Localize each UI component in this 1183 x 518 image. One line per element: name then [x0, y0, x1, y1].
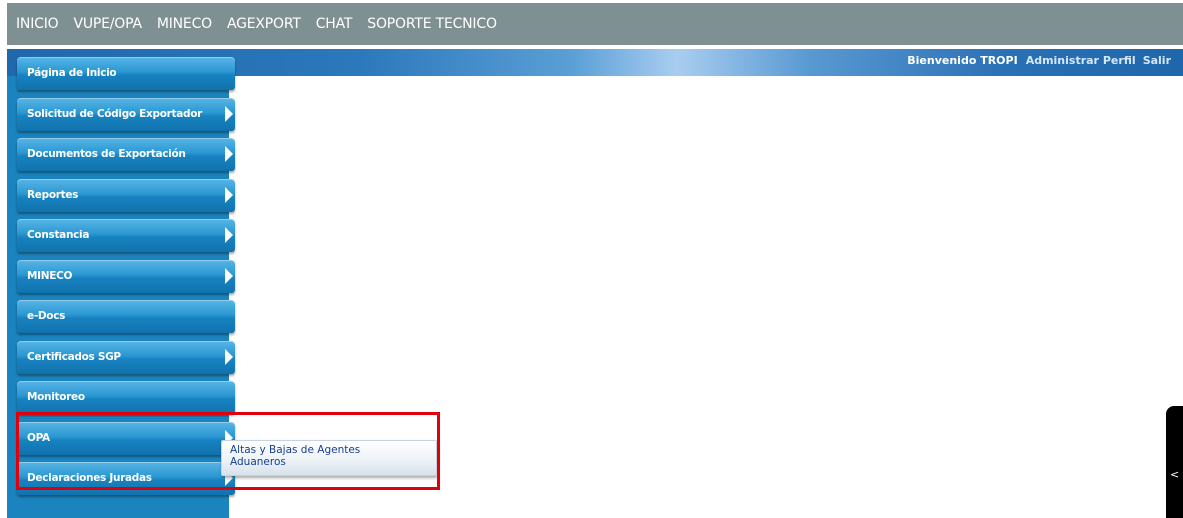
submenu-arrow-icon: [225, 146, 233, 162]
sidebar-item-label: Página de Inicio: [27, 67, 117, 79]
sidebar-item-declaraciones-juradas[interactable]: Declaraciones Juradas: [17, 462, 235, 495]
sidebar-item-label: Documentos de Exportación: [27, 148, 186, 160]
nav-link-chat[interactable]: CHAT: [316, 16, 353, 32]
nav-link-vupe-opa[interactable]: VUPE/OPA: [73, 16, 142, 32]
sidebar-item-monitoreo[interactable]: Monitoreo: [17, 381, 235, 414]
sidebar-item-label: Reportes: [27, 188, 79, 201]
submenu-arrow-icon: [225, 227, 233, 243]
sidebar-item-reportes[interactable]: Reportes: [17, 178, 235, 212]
sidebar-item-documentos-exportacion[interactable]: Documentos de Exportación: [17, 138, 235, 171]
submenu-arrow-icon: [225, 186, 233, 203]
page: INICIO VUPE/OPA MINECO AGEXPORT CHAT SOP…: [0, 0, 1183, 518]
manage-profile-link[interactable]: Administrar Perfil: [1026, 54, 1136, 67]
opa-submenu: Altas y Bajas de Agentes Aduaneros: [221, 440, 437, 476]
sidebar-item-label: Solicitud de Código Exportador: [27, 107, 203, 120]
sidebar-menu: Página de Inicio Solicitud de Código Exp…: [17, 57, 237, 503]
sidebar-item-label: e-Docs: [27, 310, 66, 322]
sidebar-item-opa[interactable]: OPA: [17, 421, 235, 455]
welcome-message: Bienvenido TROPI: [907, 54, 1018, 67]
sidebar-item-e-docs[interactable]: e-Docs: [17, 300, 235, 333]
nav-link-inicio[interactable]: INICIO: [16, 16, 59, 32]
sidebar-item-certificados-sgp[interactable]: Certificados SGP: [17, 340, 235, 374]
collapse-panel-handle[interactable]: <: [1166, 406, 1183, 518]
sidebar-item-pagina-de-inicio[interactable]: Página de Inicio: [17, 57, 235, 90]
submenu-arrow-icon: [225, 105, 233, 122]
sidebar-item-label: OPA: [27, 431, 50, 444]
sidebar-item-label: Certificados SGP: [27, 350, 121, 363]
submenu-item-altas-bajas-agentes[interactable]: Altas y Bajas de Agentes Aduaneros: [230, 444, 410, 468]
user-area: Bienvenido TROPI Administrar Perfil Salir: [907, 54, 1171, 67]
sidebar-item-label: Monitoreo: [27, 391, 85, 403]
nav-link-soporte-tecnico[interactable]: SOPORTE TECNICO: [367, 16, 497, 32]
sidebar-item-mineco[interactable]: MINECO: [17, 259, 235, 293]
nav-link-mineco[interactable]: MINECO: [157, 16, 212, 32]
sidebar-item-constancia[interactable]: Constancia: [17, 219, 235, 252]
sidebar-item-solicitud-codigo-exportador[interactable]: Solicitud de Código Exportador: [17, 97, 235, 131]
submenu-arrow-icon: [225, 267, 233, 284]
nav-link-agexport[interactable]: AGEXPORT: [227, 16, 301, 32]
chevron-left-icon: <: [1170, 468, 1180, 481]
submenu-arrow-icon: [225, 348, 233, 365]
sidebar-item-label: MINECO: [27, 269, 73, 282]
sidebar-item-label: Declaraciones Juradas: [27, 472, 152, 484]
top-navigation-bar: INICIO VUPE/OPA MINECO AGEXPORT CHAT SOP…: [7, 3, 1183, 45]
logout-link[interactable]: Salir: [1143, 54, 1171, 67]
sidebar-item-label: Constancia: [27, 229, 90, 241]
